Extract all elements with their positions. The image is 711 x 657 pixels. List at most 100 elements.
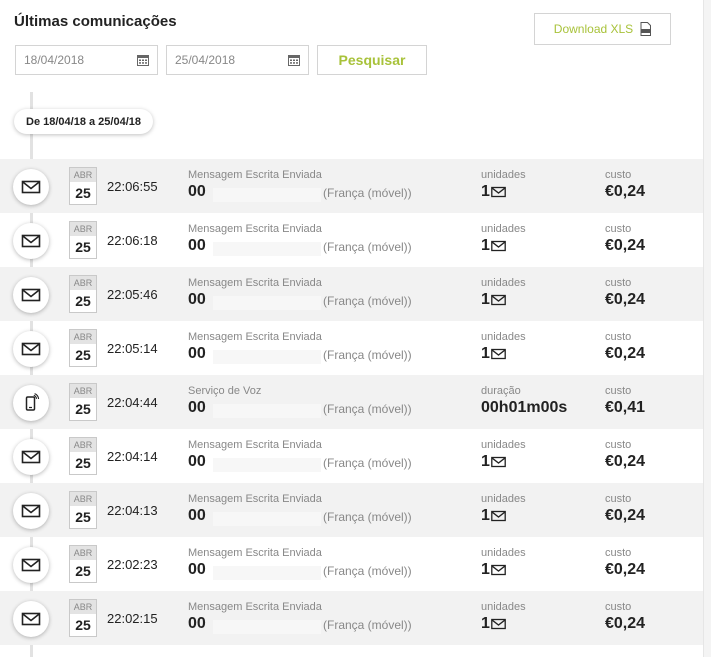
sms-unit-icon xyxy=(491,348,506,360)
type-icon-badge xyxy=(13,331,49,367)
communication-time: 22:06:18 xyxy=(107,233,158,248)
metric-number: 00h01m00s xyxy=(481,399,568,416)
destination-number: 00 xyxy=(188,507,206,524)
date-day: 25 xyxy=(75,185,91,201)
metric-label: unidades xyxy=(481,277,526,289)
communication-row[interactable]: ABR 25 22:02:15 Mensagem Escrita Enviada… xyxy=(0,591,703,645)
metric-number: 1 xyxy=(481,291,490,308)
metric-value: 1 xyxy=(481,561,506,579)
metric-value: 1 xyxy=(481,453,506,471)
communication-row[interactable]: ABR 25 22:04:44 Serviço de Voz 00 (Franç… xyxy=(0,375,703,429)
sms-unit-icon xyxy=(491,510,506,522)
destination-number: 00 xyxy=(188,561,206,578)
sms-unit-icon xyxy=(491,618,506,630)
page-title: Últimas comunicações xyxy=(14,13,177,30)
date-month: ABR xyxy=(70,330,96,344)
date-month: ABR xyxy=(70,384,96,398)
type-icon-badge xyxy=(13,223,49,259)
calendar-icon[interactable] xyxy=(288,54,300,66)
communication-row[interactable]: ABR 25 22:05:46 Mensagem Escrita Enviada… xyxy=(0,267,703,321)
communication-time: 22:04:44 xyxy=(107,395,158,410)
date-day: 25 xyxy=(75,617,91,633)
envelope-icon xyxy=(21,180,41,194)
envelope-icon xyxy=(21,342,41,356)
date-from-input[interactable]: 18/04/2018 xyxy=(15,45,158,75)
metric-label: unidades xyxy=(481,547,526,559)
sms-unit-icon xyxy=(491,294,506,306)
cost-value: €0,24 xyxy=(605,615,646,632)
destination-country: (França (móvel)) xyxy=(323,402,412,416)
communication-time: 22:04:13 xyxy=(107,503,158,518)
destination-country: (França (móvel)) xyxy=(323,618,412,632)
redacted-number xyxy=(213,188,321,202)
destination-number: 00 xyxy=(188,183,206,200)
date-badge: ABR 25 xyxy=(69,383,97,421)
date-badge: ABR 25 xyxy=(69,221,97,259)
date-day: 25 xyxy=(75,563,91,579)
download-xls-button[interactable]: Download XLS xyxy=(534,13,671,45)
phone-icon xyxy=(25,393,40,411)
cost-label: custo xyxy=(605,601,632,613)
communication-row[interactable]: ABR 25 22:02:23 Mensagem Escrita Enviada… xyxy=(0,537,703,591)
destination-number: 00 xyxy=(188,615,206,632)
communication-row[interactable]: ABR 25 22:06:55 Mensagem Escrita Enviada… xyxy=(0,159,703,213)
communication-description: Mensagem Escrita Enviada xyxy=(188,493,322,505)
destination-number: 00 xyxy=(188,399,206,416)
communication-time: 22:04:14 xyxy=(107,449,158,464)
envelope-icon xyxy=(21,558,41,572)
search-button[interactable]: Pesquisar xyxy=(317,45,427,75)
date-month: ABR xyxy=(70,600,96,614)
date-month: ABR xyxy=(70,276,96,290)
redacted-number xyxy=(213,350,321,364)
date-day: 25 xyxy=(75,239,91,255)
metric-number: 1 xyxy=(481,237,490,254)
cost-value: €0,24 xyxy=(605,183,646,200)
metric-label: unidades xyxy=(481,169,526,181)
communication-description: Serviço de Voz xyxy=(188,385,262,397)
redacted-number xyxy=(213,296,321,310)
metric-value: 1 xyxy=(481,291,506,309)
metric-value: 1 xyxy=(481,615,506,633)
communication-description: Mensagem Escrita Enviada xyxy=(188,223,322,235)
communication-row[interactable]: ABR 25 22:04:14 Mensagem Escrita Enviada… xyxy=(0,429,703,483)
communication-row[interactable]: ABR 25 22:06:18 Mensagem Escrita Enviada… xyxy=(0,213,703,267)
cost-label: custo xyxy=(605,385,632,397)
date-month: ABR xyxy=(70,438,96,452)
envelope-icon xyxy=(21,450,41,464)
date-month: ABR xyxy=(70,222,96,236)
cost-value: €0,24 xyxy=(605,507,646,524)
date-badge: ABR 25 xyxy=(69,275,97,313)
date-to-input[interactable]: 25/04/2018 xyxy=(166,45,309,75)
type-icon-badge xyxy=(13,439,49,475)
redacted-number xyxy=(213,242,321,256)
communication-description: Mensagem Escrita Enviada xyxy=(188,601,322,613)
date-day: 25 xyxy=(75,509,91,525)
envelope-icon xyxy=(21,612,41,626)
type-icon-badge xyxy=(13,493,49,529)
communication-row[interactable]: ABR 25 22:04:13 Mensagem Escrita Enviada… xyxy=(0,483,703,537)
envelope-icon xyxy=(21,288,41,302)
cost-value: €0,24 xyxy=(605,453,646,470)
calendar-icon[interactable] xyxy=(137,54,149,66)
download-label: Download XLS xyxy=(553,22,634,36)
type-icon-badge xyxy=(13,169,49,205)
type-icon-badge xyxy=(13,601,49,637)
redacted-number xyxy=(213,404,321,418)
scrollbar[interactable] xyxy=(703,0,711,657)
date-badge: ABR 25 xyxy=(69,599,97,637)
type-icon-badge xyxy=(13,547,49,583)
cost-value: €0,41 xyxy=(605,399,646,416)
date-badge: ABR 25 xyxy=(69,437,97,475)
communication-row[interactable]: ABR 25 22:05:14 Mensagem Escrita Enviada… xyxy=(0,321,703,375)
destination-country: (França (móvel)) xyxy=(323,456,412,470)
communication-time: 22:05:46 xyxy=(107,287,158,302)
metric-value: 00h01m00s xyxy=(481,399,567,417)
cost-label: custo xyxy=(605,277,632,289)
destination-country: (França (móvel)) xyxy=(323,348,412,362)
redacted-number xyxy=(213,566,321,580)
metric-value: 1 xyxy=(481,507,506,525)
destination-country: (França (móvel)) xyxy=(323,510,412,524)
date-month: ABR xyxy=(70,546,96,560)
communication-time: 22:02:23 xyxy=(107,557,158,572)
destination-number: 00 xyxy=(188,345,206,362)
